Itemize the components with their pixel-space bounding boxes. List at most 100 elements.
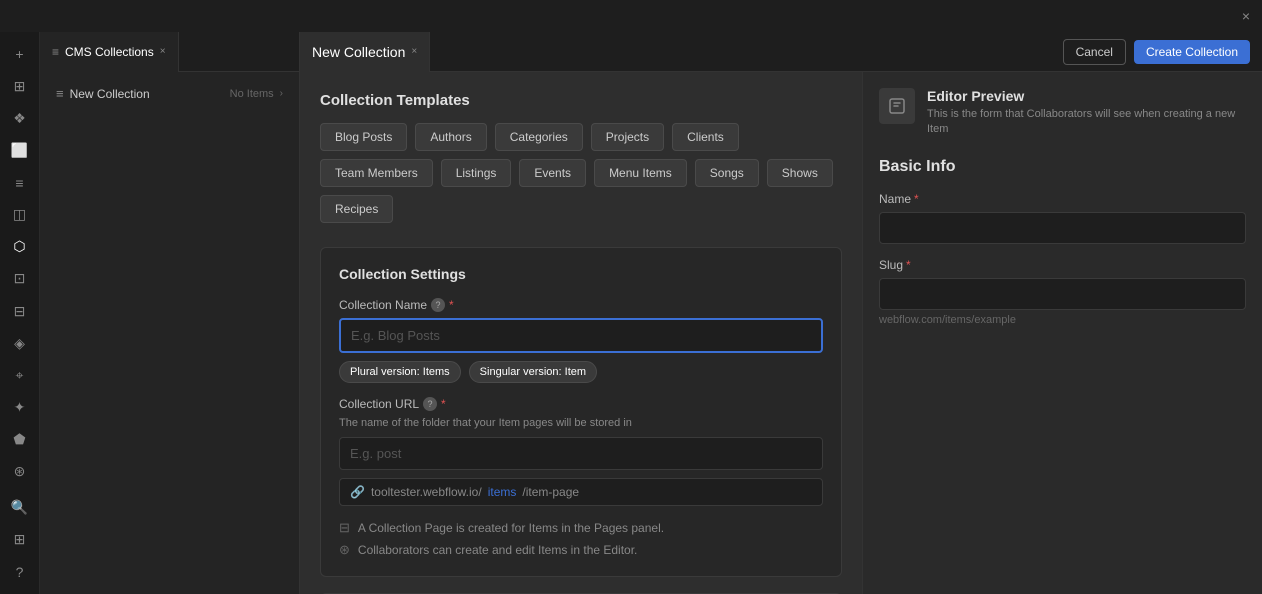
forms-icon[interactable]: ⊟ (4, 297, 36, 325)
template-authors[interactable]: Authors (415, 123, 486, 151)
url-description: The name of the folder that your Item pa… (339, 417, 823, 429)
url-preview: 🔗 tooltester.webflow.io/items/item-page (339, 478, 823, 506)
collection-name-label: Collection Name ? * (339, 298, 823, 312)
cms-tab-bar: ≡ CMS Collections × (40, 32, 299, 72)
cancel-button[interactable]: Cancel (1063, 39, 1126, 65)
template-projects[interactable]: Projects (591, 123, 664, 151)
collection-url-input[interactable] (339, 437, 823, 470)
info-text-1: A Collection Page is created for Items i… (358, 521, 664, 535)
seo-icon[interactable]: ⌖ (4, 361, 36, 389)
content-row: Collection Templates Blog Posts Authors … (300, 72, 1262, 594)
cms-tree-item-icon: ≡ (56, 86, 64, 101)
templates-title: Collection Templates (320, 92, 842, 109)
main-layout: + ⊞ ❖ ⬜ ≡ ◫ ⬡ ⊡ ⊟ ◈ ⌖ ✦ ⬟ ⊛ 🔍 ⊞ ? ≡ CMS … (0, 32, 1262, 594)
preview-icon (879, 88, 915, 124)
new-collection-panel: New Collection × Cancel Create Collectio… (300, 32, 1262, 594)
url-prefix: tooltester.webflow.io/ (371, 485, 482, 499)
cms-tree-item-arrow: › (280, 88, 283, 99)
preview-slug-field: Slug * webflow.com/items/example (879, 258, 1246, 326)
info-text-2: Collaborators can create and edit Items … (358, 543, 638, 557)
url-link-icon: 🔗 (350, 485, 365, 499)
create-collection-button[interactable]: Create Collection (1134, 40, 1250, 64)
title-bar: × (0, 0, 1262, 32)
template-recipes[interactable]: Recipes (320, 195, 393, 223)
components-icon[interactable]: ❖ (4, 104, 36, 132)
template-listings[interactable]: Listings (441, 159, 512, 187)
assets-icon[interactable]: ◫ (4, 201, 36, 229)
cms-tab-label: CMS Collections (65, 45, 154, 59)
preview-section-title: Basic Info (879, 158, 1246, 176)
template-categories[interactable]: Categories (495, 123, 583, 151)
preview-name-input (879, 212, 1246, 244)
window-close-icon[interactable]: × (1238, 8, 1254, 24)
pages-icon[interactable]: ⬜ (4, 136, 36, 164)
template-songs[interactable]: Songs (695, 159, 759, 187)
collection-settings: Collection Settings Collection Name ? * … (320, 247, 842, 577)
new-collection-tab-label: New Collection (312, 44, 405, 60)
preview-slug-input (879, 278, 1246, 310)
name-required: * (449, 298, 454, 312)
template-blog-posts[interactable]: Blog Posts (320, 123, 407, 151)
template-shows[interactable]: Shows (767, 159, 833, 187)
template-clients[interactable]: Clients (672, 123, 739, 151)
cms-icon[interactable]: ⬡ (4, 233, 36, 261)
preview-header-text: Editor Preview This is the form that Col… (927, 88, 1246, 138)
version-pills: Plural version: Items Singular version: … (339, 361, 823, 383)
collection-name-input[interactable] (339, 318, 823, 353)
collab-info-icon: ⊛ (339, 542, 350, 558)
search-icon[interactable]: 🔍 (4, 494, 36, 522)
info-row-2: ⊛ Collaborators can create and edit Item… (339, 542, 823, 558)
preview-slug-required: * (906, 258, 911, 272)
settings-title: Collection Settings (339, 266, 823, 282)
interactions-icon[interactable]: ✦ (4, 393, 36, 421)
pages-info-icon: ⊟ (339, 520, 350, 536)
ecommerce-icon[interactable]: ⊡ (4, 265, 36, 293)
editor-preview-panel: Editor Preview This is the form that Col… (862, 72, 1262, 594)
collection-url-label: Collection URL ? * (339, 397, 823, 411)
info-rows: ⊟ A Collection Page is created for Items… (339, 520, 823, 558)
help-icon[interactable]: ? (4, 558, 36, 586)
team-icon[interactable]: ⊞ (4, 526, 36, 554)
template-events[interactable]: Events (519, 159, 586, 187)
preview-name-label: Name * (879, 192, 1246, 206)
users-icon[interactable]: ⊛ (4, 458, 36, 486)
preview-header: Editor Preview This is the form that Col… (879, 88, 1246, 138)
cms-collections-tab[interactable]: ≡ CMS Collections × (40, 32, 179, 72)
cms-panel: ≡ CMS Collections × ≡ New Collection No … (40, 32, 300, 594)
template-grid: Blog Posts Authors Categories Projects C… (320, 123, 842, 223)
cms-tab-close[interactable]: × (160, 46, 166, 57)
preview-name-field: Name * (879, 192, 1246, 258)
url-required: * (441, 397, 446, 411)
preview-subtitle: This is the form that Collaborators will… (927, 107, 1246, 138)
preview-slug-label: Slug * (879, 258, 1246, 272)
cms-tree: ≡ New Collection No Items › (40, 72, 299, 115)
url-highlight: items (488, 485, 517, 499)
layout-icon[interactable]: ⊞ (4, 72, 36, 100)
layers-icon[interactable]: ≡ (4, 169, 36, 197)
cms-tree-item-label: New Collection (70, 87, 224, 101)
logic-icon[interactable]: ◈ (4, 329, 36, 357)
tab-actions: Cancel Create Collection (1063, 39, 1262, 65)
templates-section: Collection Templates Blog Posts Authors … (320, 92, 842, 223)
cms-tree-item[interactable]: ≡ New Collection No Items › (48, 80, 291, 107)
template-menu-items[interactable]: Menu Items (594, 159, 687, 187)
info-row-1: ⊟ A Collection Page is created for Items… (339, 520, 823, 536)
preview-title: Editor Preview (927, 88, 1246, 104)
singular-pill: Singular version: Item (469, 361, 597, 383)
new-collection-tab-close[interactable]: × (411, 46, 417, 57)
preview-name-required: * (914, 192, 919, 206)
url-info-icon[interactable]: ? (423, 397, 437, 411)
template-team-members[interactable]: Team Members (320, 159, 433, 187)
new-collection-tab-bar: New Collection × Cancel Create Collectio… (300, 32, 1262, 72)
collection-url-field: Collection URL ? * The name of the folde… (339, 397, 823, 506)
analytics-icon[interactable]: ⬟ (4, 426, 36, 454)
plural-pill: Plural version: Items (339, 361, 461, 383)
name-info-icon[interactable]: ? (431, 298, 445, 312)
cms-tab-icon: ≡ (52, 45, 59, 59)
main-content: Collection Templates Blog Posts Authors … (300, 72, 862, 594)
cms-tree-item-count: No Items (230, 88, 274, 100)
add-icon[interactable]: + (4, 40, 36, 68)
left-sidebar: + ⊞ ❖ ⬜ ≡ ◫ ⬡ ⊡ ⊟ ◈ ⌖ ✦ ⬟ ⊛ 🔍 ⊞ ? (0, 32, 40, 594)
new-collection-tab[interactable]: New Collection × (300, 32, 430, 72)
preview-url-hint: webflow.com/items/example (879, 314, 1246, 326)
